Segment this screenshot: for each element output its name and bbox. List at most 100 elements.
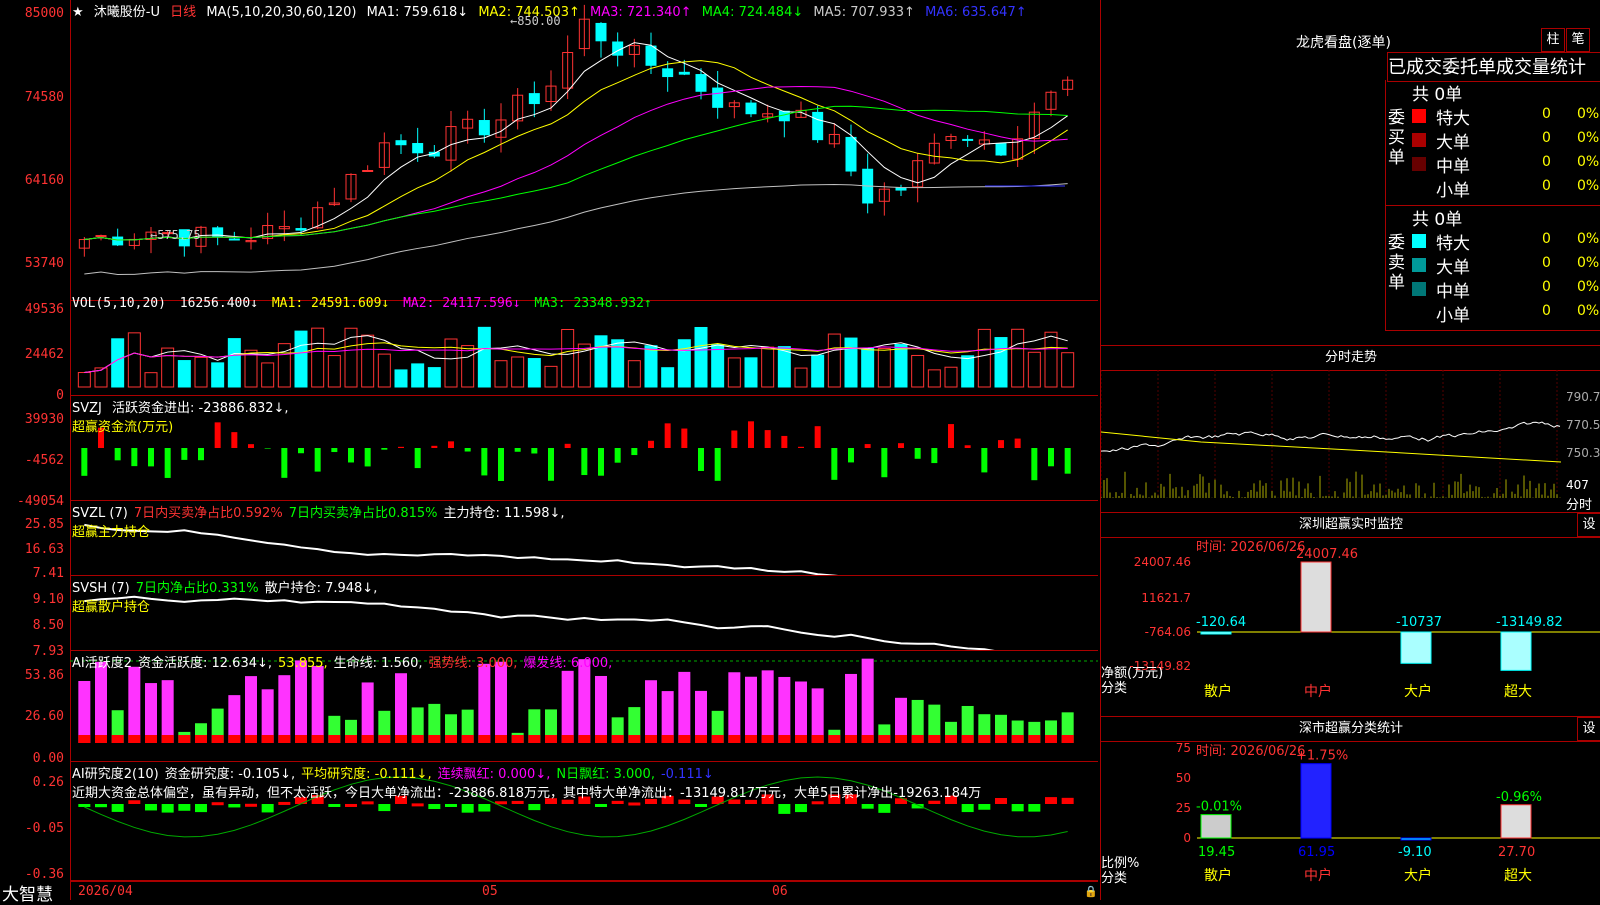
ai-activity-panel[interactable]: AI活跃度2 资金活跃度: 12.634↓, 53.855, 生命线: 1.560, 强…: [70, 651, 1098, 762]
svzl-tick: 16.63: [24, 542, 64, 557]
volume-bar: [294, 330, 308, 388]
flow-bar: [914, 448, 921, 459]
intraday-panel[interactable]: 790.7 770.5 750.3 407 分时: [1101, 370, 1600, 513]
research-bar: [995, 798, 1007, 804]
svsh-tick: 9.10: [32, 592, 64, 607]
volume-bar: [661, 367, 675, 388]
research-bar: [528, 804, 541, 811]
svzl-tick: 7.41: [32, 566, 64, 581]
ai1-header: AI活跃度2 资金活跃度: 12.634↓, 53.855, 生命线: 1.560, 强…: [72, 652, 618, 671]
classify-bar: [1500, 804, 1532, 839]
star-icon[interactable]: ★: [72, 5, 84, 20]
svzj-panel[interactable]: SVZJ 活跃资金进出: -23886.832↓, 超赢资金流(万元): [70, 396, 1098, 501]
svsh-label: SVSH (7): [72, 581, 130, 596]
volume-bar: [527, 358, 541, 388]
lock-icon[interactable]: 🔒: [1084, 885, 1098, 898]
ma-line: [84, 85, 1068, 241]
ai2-tick: -0.05: [24, 821, 64, 836]
activity-bar: [95, 661, 107, 743]
activity-bar: [678, 671, 691, 743]
activity-bar: [161, 680, 174, 743]
kline-panel[interactable]: ★ 沐曦股份-U 日线 MA(5,10,20,30,60,120) MA1: 7…: [70, 0, 1098, 301]
tab-volume-stats[interactable]: 成交量统计: [1496, 57, 1586, 78]
tick-view-button[interactable]: 笔: [1566, 28, 1590, 52]
monitor-settings-button[interactable]: 设: [1577, 513, 1600, 537]
svzl-t2: 7日内买卖净占比0.815%: [288, 506, 438, 521]
intraday-chart[interactable]: [1101, 370, 1600, 510]
flow-bar: [381, 448, 388, 450]
ma-label: MA(5,10,20,30,60,120): [206, 5, 357, 20]
research-bar: [195, 804, 207, 813]
activity-bar: [861, 658, 874, 743]
activity-base: [411, 735, 424, 743]
candle-body: [962, 138, 974, 141]
activity-base: [611, 735, 624, 743]
candle-body: [678, 71, 690, 75]
classify-value: 61.95: [1298, 845, 1335, 860]
monitor-tick: -764.06: [1145, 625, 1191, 639]
ai2-t1: 资金研究度: -0.105↓,: [164, 767, 296, 782]
flow-bar: [414, 448, 421, 469]
monitor-bar-chart[interactable]: 24007.46 11621.7 -764.06 -13149.82 -120.64 散户…: [1101, 536, 1600, 716]
activity-base: [495, 735, 507, 743]
activity-base: [295, 735, 307, 743]
activity-base: [478, 735, 491, 743]
dragon-tabs: 已成交委托单成交量统计: [1387, 52, 1600, 82]
activity-base: [111, 735, 124, 743]
ma-line: [84, 42, 1068, 241]
candle-body: [478, 120, 490, 136]
activity-base: [728, 735, 741, 743]
vol-ma3: MA3: 23348.932↑: [534, 296, 652, 311]
price-tick: 53740: [24, 256, 64, 271]
monitor-panel[interactable]: 时间: 2026/06/26 24007.46 11621.7 -764.06 -13…: [1101, 536, 1600, 716]
svsh-tick: 7.93: [32, 644, 64, 659]
ai1-t5: 爆发线: 6.000,: [523, 656, 613, 671]
volume-bar: [427, 367, 441, 388]
ma6-value: MA6: 635.647↑: [925, 5, 1027, 20]
activity-bar: [278, 675, 291, 743]
order-row: 大单 0 0%: [1412, 253, 1600, 278]
classify-panel[interactable]: 时间: 2026/06/26 75 50 25 0 19.45 -0.01% 散户 61.95…: [1101, 740, 1600, 900]
bar-view-button[interactable]: 柱: [1541, 28, 1565, 52]
order-pct: 0%: [1577, 130, 1600, 146]
activity-base: [95, 735, 107, 743]
activity-base: [745, 735, 757, 743]
classify-tick: 25: [1176, 801, 1191, 815]
svzl-panel[interactable]: SVZL (7) 7日内买卖净占比0.592% 7日内买卖净占比0.815% 主力持仓…: [70, 501, 1098, 576]
research-bar: [461, 804, 474, 813]
volume-bar: [861, 348, 875, 388]
ai-research-panel[interactable]: AI研究度2(10) 资金研究度: -0.105↓, 平均研究度: -0.111↓,…: [70, 762, 1098, 881]
classify-bar-chart[interactable]: 75 50 25 0 19.45 -0.01% 散户 61.95 +1.75% 中户 -9.10 大户…: [1101, 740, 1600, 900]
activity-base: [845, 735, 857, 743]
research-bar: [78, 804, 91, 807]
vol-tick: 24462: [24, 347, 64, 362]
ai2-desc: 近期大资金总体偏空，虽有异动，但不太活跃，今日大单净流出：-23886.818万…: [72, 786, 982, 801]
volume-bar: [327, 355, 341, 388]
candlestick-chart[interactable]: [70, 0, 1098, 300]
flow-bar: [264, 448, 271, 449]
classify-value: -9.10: [1398, 845, 1432, 860]
svsh-panel[interactable]: SVSH (7) 7日内净占比0.331% 散户持仓: 7.948↓, 超赢散户持仓: [70, 576, 1098, 651]
flow-bar: [531, 448, 538, 454]
order-count: 0: [1542, 178, 1551, 194]
tab-filled[interactable]: 已成交: [1388, 57, 1442, 78]
activity-base: [228, 735, 241, 743]
period-label[interactable]: 日线: [170, 5, 196, 20]
volume-bar: [261, 362, 275, 388]
tab-orders[interactable]: 委托单: [1442, 57, 1496, 78]
activity-bar: [145, 683, 157, 743]
activity-base: [978, 735, 991, 743]
volume-bar: [461, 345, 475, 388]
classify-settings-button[interactable]: 设: [1577, 717, 1600, 741]
candle-body: [995, 143, 1007, 156]
volume-panel[interactable]: VOL(5,10,20) 16256.400↓ MA1: 24591.609↓ …: [70, 295, 1098, 396]
activity-bar: [745, 676, 757, 743]
research-bar: [1028, 804, 1041, 812]
flow-bar: [548, 448, 554, 481]
research-bar: [1011, 804, 1024, 812]
classify-ylabel: 比例% 分类: [1101, 856, 1140, 886]
ai2-t3: 连续飘红: 0.000↓,: [437, 767, 551, 782]
research-bar: [1061, 797, 1074, 804]
monitor-bar: [1500, 631, 1532, 671]
order-pct: 0%: [1577, 231, 1600, 247]
